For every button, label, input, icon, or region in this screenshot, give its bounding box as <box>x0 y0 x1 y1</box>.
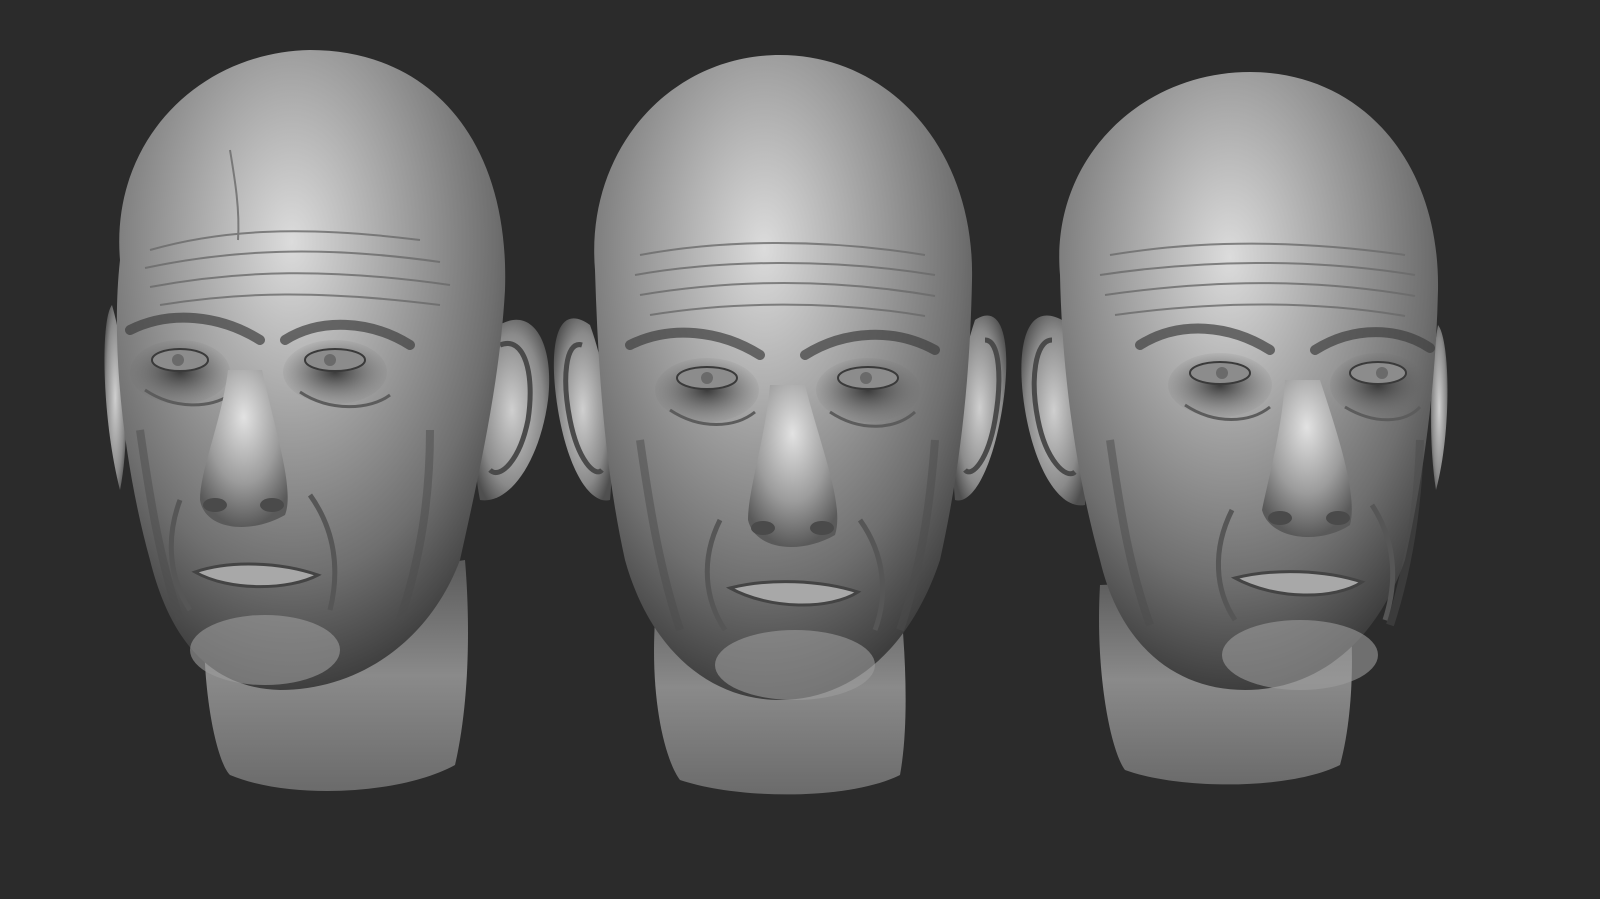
sculpt-render <box>104 50 1448 795</box>
viewport-canvas <box>0 0 1600 899</box>
head-right <box>1021 72 1448 785</box>
head-left <box>104 50 550 792</box>
head-center <box>553 55 1007 795</box>
